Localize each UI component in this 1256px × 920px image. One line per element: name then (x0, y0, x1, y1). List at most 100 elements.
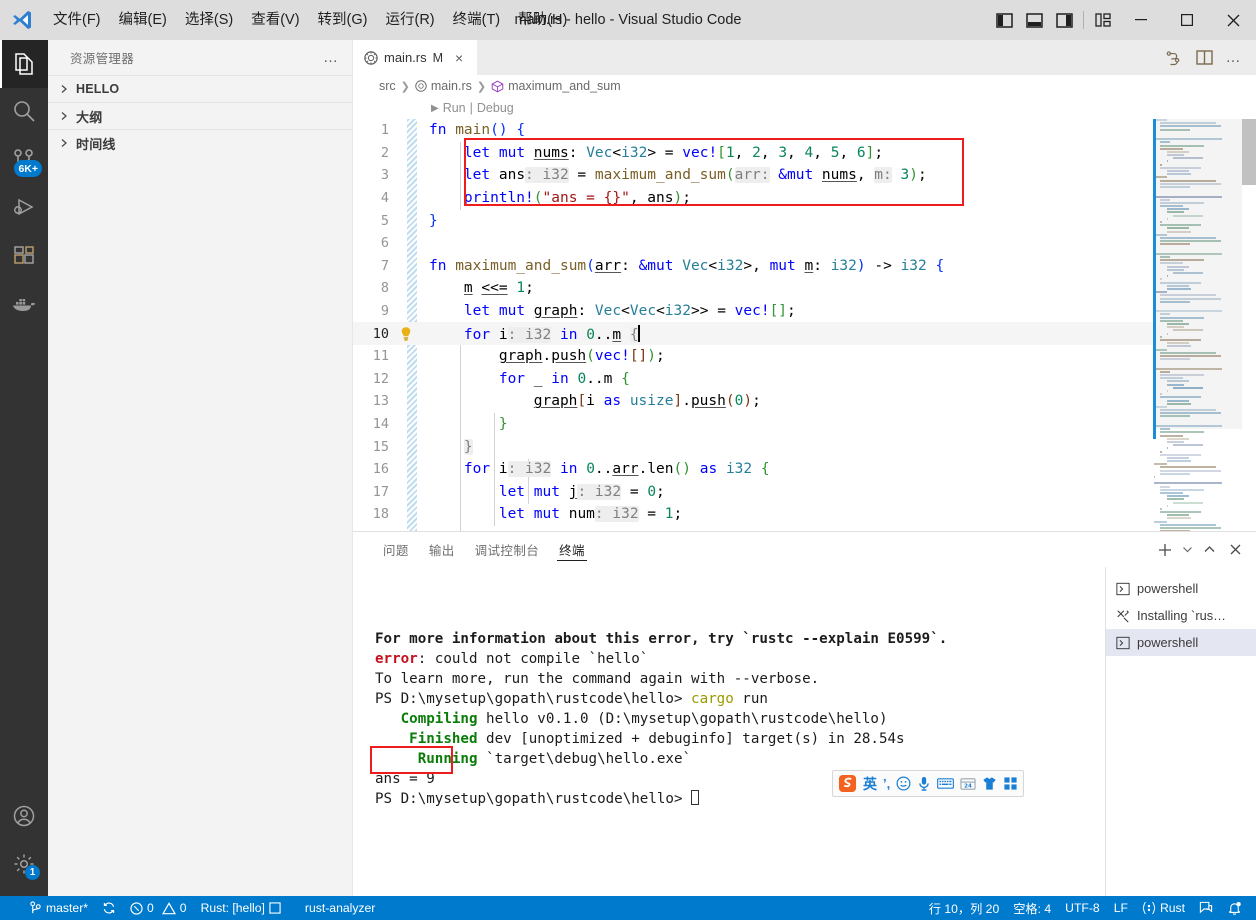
code-line[interactable]: 5} (353, 209, 1256, 232)
code-line[interactable]: 17 let mut j: i32 = 0; (353, 481, 1256, 504)
status-indentation[interactable]: 空格: 4 (1006, 896, 1058, 920)
emoji-icon[interactable] (896, 776, 911, 791)
code-editor[interactable]: ▶ Run | Debug 1 fn main() {2 let mut nums… (353, 97, 1256, 531)
toggle-primary-sidebar-icon[interactable] (989, 0, 1019, 40)
sidebar-section-outline[interactable]: 大纲 (48, 102, 352, 129)
menu-item-selection[interactable]: 选择(S) (176, 8, 242, 32)
terminal-output[interactable]: For more information about this error, t… (353, 567, 1105, 896)
activity-item-run-and-debug[interactable] (0, 184, 48, 232)
soft-keyboard-icon[interactable] (937, 777, 955, 790)
plus-icon[interactable] (1152, 532, 1178, 567)
close-panel-icon[interactable] (1222, 532, 1248, 567)
panel-tab-terminal[interactable]: 终端 (549, 532, 595, 567)
code-line[interactable]: 2 let mut nums: Vec<i32> = vec![1, 2, 3,… (353, 142, 1256, 165)
editor-tab-close-icon[interactable]: × (451, 50, 467, 66)
rust-file-icon (364, 50, 378, 65)
activity-item-extensions[interactable] (0, 232, 48, 280)
explorer-sidebar: 资源管理器 … HELLO 大纲 时间线 (48, 40, 353, 896)
code-line[interactable]: 3 let ans: i32 = maximum_and_sum(arr: &m… (353, 164, 1256, 187)
code-line[interactable]: 15 } (353, 435, 1256, 458)
code-line[interactable]: 10 for i: i32 in 0..m { (353, 322, 1256, 345)
skin-icon[interactable] (982, 776, 997, 791)
minimap-line (1173, 444, 1204, 447)
terminal-list-item-installing-rust[interactable]: Installing `rus… (1106, 602, 1256, 629)
activity-item-search[interactable] (0, 88, 48, 136)
toggle-panel-icon[interactable] (1019, 0, 1049, 40)
code-line[interactable]: 13 graph[i as usize].push(0); (353, 390, 1256, 413)
customize-layout-icon[interactable] (1088, 0, 1118, 40)
voice-input-icon[interactable] (917, 776, 931, 791)
code-line[interactable]: 11 graph.push(vec![]); (353, 345, 1256, 368)
toolbox-icon[interactable] (1003, 776, 1018, 791)
menu-item-file[interactable]: 文件(F) (44, 8, 110, 32)
input-mode-english-icon[interactable]: 英 (863, 774, 877, 794)
panel-tab-debug-console[interactable]: 调试控制台 (465, 532, 550, 567)
status-cursor-position[interactable]: 行 10，列 20 (922, 896, 1006, 920)
activity-item-settings[interactable]: 1 (0, 840, 48, 888)
status-git-branch[interactable]: master* (22, 896, 95, 920)
code-line[interactable]: 8 m <<= 1; (353, 277, 1256, 300)
sidebar-more-actions-icon[interactable]: … (323, 49, 340, 66)
code-line[interactable]: 4 println!("ans = {}", ans); (353, 187, 1256, 210)
status-language-mode[interactable]: Rust (1135, 896, 1192, 920)
code-line[interactable]: 18 let mut num: i32 = 1; (353, 503, 1256, 526)
breadcrumb-item-src[interactable]: src (379, 79, 396, 93)
run-debug-icon[interactable] (1160, 40, 1188, 75)
status-eol[interactable]: LF (1107, 896, 1135, 920)
code-text: let mut num: i32 = 1; (498, 506, 683, 523)
code-line[interactable]: 14 } (353, 413, 1256, 436)
code-line[interactable]: 12 for _ in 0..m { (353, 368, 1256, 391)
menu-item-go[interactable]: 转到(G) (309, 8, 377, 32)
code-line[interactable]: 7 fn maximum_and_sum(arr: &mut Vec<i32>, … (353, 255, 1256, 278)
activity-item-docker[interactable] (0, 280, 48, 328)
terminal-tabs-list: powershell Installing `rus… powershell (1105, 567, 1256, 896)
activity-item-source-control[interactable]: 6K+ (0, 136, 48, 184)
status-notifications[interactable] (1220, 896, 1256, 920)
codelens-debug-link[interactable]: Debug (477, 101, 514, 115)
close-button[interactable] (1210, 0, 1256, 40)
lightbulb-icon[interactable] (399, 326, 421, 342)
minimap-slider[interactable] (1154, 119, 1242, 429)
chevron-down-icon[interactable] (1178, 532, 1196, 567)
terminal-list-item-powershell-2[interactable]: powershell (1106, 629, 1256, 656)
breadcrumb-item-file[interactable]: main.rs (415, 79, 472, 93)
breadcrumb-item-symbol[interactable]: maximum_and_sum (491, 79, 621, 93)
split-editor-icon[interactable] (1190, 40, 1218, 75)
editor-more-actions-icon[interactable]: … (1220, 40, 1248, 75)
menu-item-help[interactable]: 帮助(H) (509, 8, 576, 32)
punctuation-icon[interactable]: ’, (883, 776, 890, 791)
status-sync-changes[interactable] (95, 896, 123, 920)
sogou-logo-icon[interactable] (838, 774, 857, 793)
status-encoding[interactable]: UTF-8 (1058, 896, 1107, 920)
ime-floating-toolbar[interactable]: 英 ’, 24 (832, 770, 1025, 797)
minimap-line (1160, 507, 1162, 510)
menu-item-edit[interactable]: 编辑(E) (110, 8, 176, 32)
maximize-button[interactable] (1164, 0, 1210, 40)
sidebar-section-hello[interactable]: HELLO (48, 75, 352, 102)
sidebar-section-timeline[interactable]: 时间线 (48, 129, 352, 156)
code-line[interactable]: 9 let mut graph: Vec<Vec<i32>> = vec![]; (353, 300, 1256, 323)
minimize-button[interactable] (1118, 0, 1164, 40)
chevron-up-icon[interactable] (1196, 532, 1222, 567)
toggle-secondary-sidebar-icon[interactable] (1049, 0, 1079, 40)
panel-tab-problems[interactable]: 问题 (373, 532, 419, 567)
activity-item-explorer[interactable] (0, 40, 48, 88)
status-rust-analyzer[interactable]: rust-analyzer (298, 896, 382, 920)
calendar-icon[interactable]: 24 (960, 776, 976, 791)
editor-tab-modified-marker: M (432, 50, 444, 65)
terminal-list-item-powershell-1[interactable]: powershell (1106, 575, 1256, 602)
code-line[interactable]: 16 for i: i32 in 0..arr.len() as i32 { (353, 458, 1256, 481)
status-problems[interactable]: 0 0 (123, 896, 194, 920)
codelens-run-link[interactable]: Run (443, 101, 466, 115)
code-line[interactable]: 1 fn main() { (353, 119, 1256, 142)
menu-item-run[interactable]: 运行(R) (376, 8, 443, 32)
editor-tab-main-rs[interactable]: main.rs M × (353, 40, 478, 75)
editor-scrollbar-thumb[interactable] (1242, 119, 1256, 185)
activity-item-accounts[interactable] (0, 792, 48, 840)
panel-tab-output[interactable]: 输出 (419, 532, 465, 567)
status-rust-toolchain[interactable]: Rust: [hello] (194, 896, 288, 920)
code-line[interactable]: 6 (353, 232, 1256, 255)
menu-item-terminal[interactable]: 终端(T) (444, 8, 510, 32)
status-feedback[interactable] (1192, 896, 1220, 920)
menu-item-view[interactable]: 查看(V) (242, 8, 308, 32)
